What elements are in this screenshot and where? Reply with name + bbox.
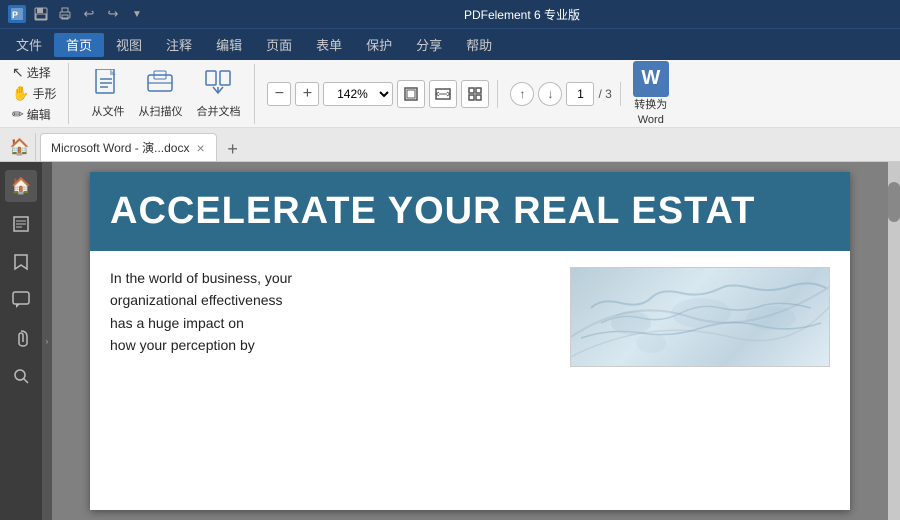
select-label: 选择 [27, 64, 51, 81]
page-number-input[interactable] [566, 82, 594, 106]
menu-protect[interactable]: 保护 [354, 33, 404, 57]
from-file-label: 从文件 [91, 103, 124, 119]
hand-tool[interactable]: ✋ 手形 [8, 84, 60, 103]
document-header-banner: ACCELERATE YOUR REAL ESTAT [90, 172, 850, 251]
menu-file[interactable]: 文件 [4, 33, 54, 57]
sidebar-attachment-icon[interactable] [5, 322, 37, 354]
map-graphic [571, 268, 830, 367]
merge-docs-label: 合并文档 [196, 103, 240, 119]
app-icon: P [8, 5, 26, 23]
menu-home[interactable]: 首页 [54, 33, 104, 57]
print-icon[interactable] [56, 5, 74, 23]
fit-page-button[interactable] [397, 80, 425, 108]
zoom-out-button[interactable]: − [267, 82, 291, 106]
merge-docs-button[interactable]: 合并文档 [190, 65, 246, 123]
zoom-select[interactable]: 142% 100% 75% 50% 200% [323, 82, 393, 106]
edit-tool[interactable]: ✏ 编辑 [8, 105, 60, 124]
hand-label: 手形 [32, 85, 56, 102]
undo-icon[interactable]: ↩ [80, 5, 98, 23]
menu-page[interactable]: 页面 [254, 33, 304, 57]
fit-width-button[interactable] [429, 80, 457, 108]
tool-selection-group: ↖ 选择 ✋ 手形 ✏ 编辑 [8, 63, 69, 124]
menu-form[interactable]: 表单 [304, 33, 354, 57]
left-sidebar: 🏠 [0, 162, 42, 520]
tab-bar: 🏠 Microsoft Word - 演...docx × + [0, 128, 900, 162]
fit-width-icon [435, 86, 451, 102]
hand-icon: ✋ [12, 85, 29, 102]
document-tab[interactable]: Microsoft Word - 演...docx × [40, 133, 217, 161]
file-icon [94, 69, 122, 101]
tab-title: Microsoft Word - 演...docx [51, 139, 189, 156]
zoom-controls: − + 142% 100% 75% 50% 200% [259, 80, 498, 108]
title-bar: P ↩ ↪ ▼ PDFelement 6 专业版 [0, 0, 900, 28]
document-text-column: In the world of business, your organizat… [110, 267, 554, 367]
cursor-icon: ↖ [12, 64, 24, 81]
page-total: / 3 [598, 87, 611, 101]
redo-icon[interactable]: ↪ [104, 5, 122, 23]
scanner-icon [146, 69, 174, 101]
home-tab-button[interactable]: 🏠 [4, 133, 36, 161]
sidebar-comment-icon[interactable] [5, 284, 37, 316]
word-label: Word [638, 114, 664, 126]
page-navigation: ↑ ↓ / 3 [502, 82, 620, 106]
fit-page-icon [403, 86, 419, 102]
convert-to-word-button[interactable]: W 转换为 Word [625, 57, 677, 130]
save-icon[interactable] [32, 5, 50, 23]
body-text-4: how your perception by [110, 334, 554, 356]
body-text-3: has a huge impact on [110, 312, 554, 334]
word-icon: W [633, 61, 669, 97]
sidebar-expand-handle[interactable]: › [42, 162, 52, 520]
from-scanner-label: 从扫描仪 [138, 103, 182, 119]
prev-page-button[interactable]: ↑ [510, 82, 534, 106]
merge-icon [204, 69, 232, 101]
tab-close-button[interactable]: × [195, 140, 205, 156]
menu-view[interactable]: 视图 [104, 33, 154, 57]
dropdown-icon[interactable]: ▼ [128, 5, 146, 23]
vertical-scrollbar[interactable] [888, 162, 900, 520]
body-text-1: In the world of business, your [110, 267, 554, 289]
document-area: ACCELERATE YOUR REAL ESTAT In the world … [52, 162, 888, 520]
document-body: In the world of business, your organizat… [90, 251, 850, 383]
from-file-button[interactable]: 从文件 [85, 65, 130, 123]
fullscreen-icon [467, 86, 483, 102]
toolbar: ↖ 选择 ✋ 手形 ✏ 编辑 从文件 [0, 60, 900, 128]
scroll-thumb[interactable] [888, 182, 900, 222]
menu-edit[interactable]: 编辑 [204, 33, 254, 57]
document-image [570, 267, 830, 367]
main-area: 🏠 › ACCELERATE YOUR REAL ESTAT [0, 162, 900, 520]
body-text-2: organizational effectiveness [110, 289, 554, 311]
sidebar-search-icon[interactable] [5, 360, 37, 392]
select-tool[interactable]: ↖ 选择 [8, 63, 60, 82]
document-title: ACCELERATE YOUR REAL ESTAT [110, 190, 830, 233]
svg-text:P: P [12, 10, 18, 20]
convert-label: 转换为 [634, 99, 667, 112]
create-buttons: 从文件 从扫描仪 合并文档 [85, 65, 246, 123]
menu-bar: 文件 首页 视图 注释 编辑 页面 表单 保护 分享 帮助 [0, 28, 900, 60]
pencil-icon: ✏ [12, 106, 24, 123]
sidebar-home-icon[interactable]: 🏠 [5, 170, 37, 202]
zoom-in-button[interactable]: + [295, 82, 319, 106]
next-page-button[interactable]: ↓ [538, 82, 562, 106]
menu-annotate[interactable]: 注释 [154, 33, 204, 57]
app-title: PDFelement 6 专业版 [152, 6, 892, 23]
fullscreen-button[interactable] [461, 80, 489, 108]
edit-label: 编辑 [27, 106, 51, 123]
document-page: ACCELERATE YOUR REAL ESTAT In the world … [90, 172, 850, 510]
new-tab-button[interactable]: + [221, 137, 245, 161]
from-scanner-button[interactable]: 从扫描仪 [132, 65, 188, 123]
create-section: 从文件 从扫描仪 合并文档 [77, 64, 255, 124]
sidebar-pages-icon[interactable] [5, 208, 37, 240]
sidebar-bookmark-icon[interactable] [5, 246, 37, 278]
menu-share[interactable]: 分享 [404, 33, 454, 57]
menu-help[interactable]: 帮助 [454, 33, 504, 57]
